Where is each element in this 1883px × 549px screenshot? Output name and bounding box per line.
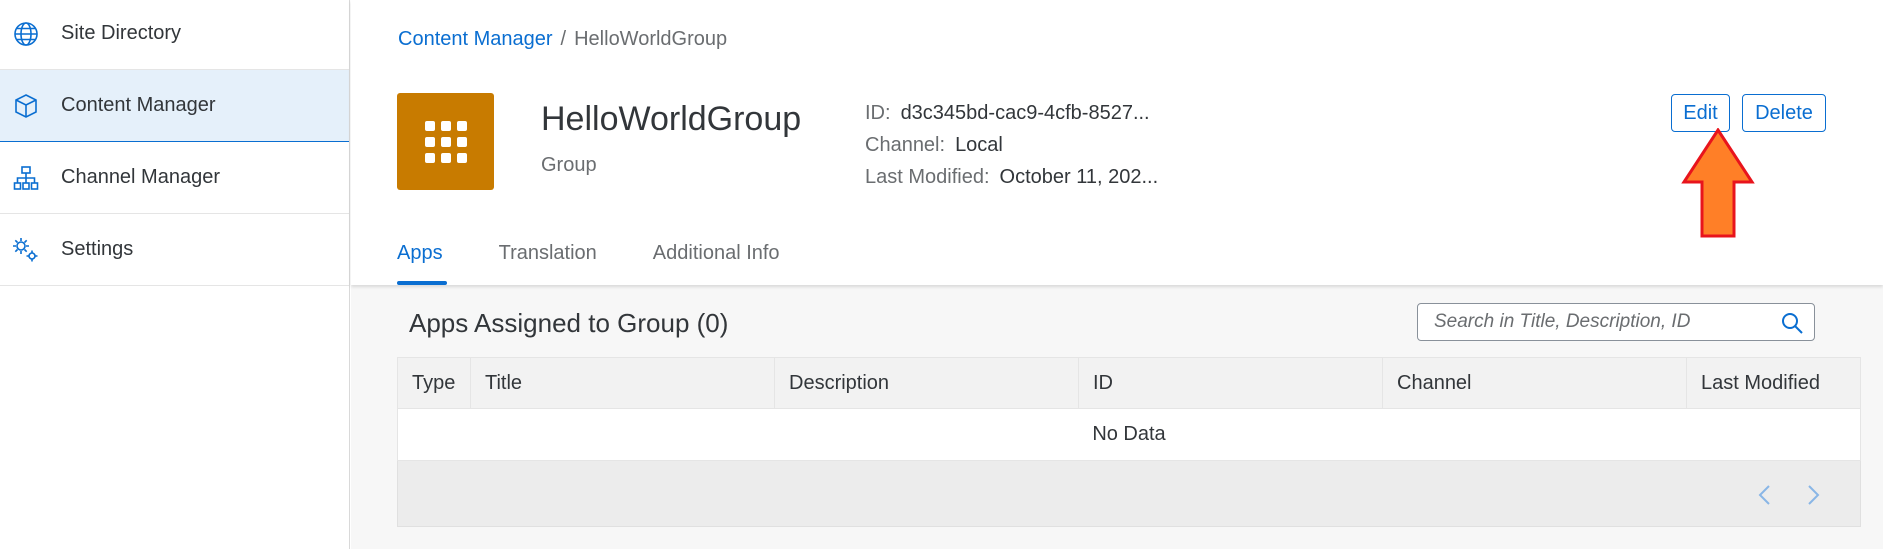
attribute-value: d3c345bd-cac9-4cfb-8527... — [900, 102, 1150, 124]
attribute-label: ID: — [865, 102, 891, 124]
nav-label: Content Manager — [61, 94, 216, 116]
side-navigation: Site Directory Content Manager Channel M… — [0, 0, 350, 549]
column-header-id[interactable]: ID — [1079, 358, 1383, 408]
nav-label: Channel Manager — [61, 166, 220, 188]
column-header-title[interactable]: Title — [471, 358, 775, 408]
apps-table: Type Title Description ID Channel Last M… — [397, 357, 1861, 527]
object-attributes: ID: d3c345bd-cac9-4cfb-8527... Channel: Lo… — [865, 97, 1158, 193]
column-header-type[interactable]: Type — [398, 358, 471, 408]
tab-bar: Apps Translation Additional Info — [397, 236, 780, 285]
column-header-channel[interactable]: Channel — [1383, 358, 1687, 408]
nav-item-site-directory[interactable]: Site Directory — [0, 0, 349, 70]
attribute-id: ID: d3c345bd-cac9-4cfb-8527... — [865, 97, 1158, 129]
gears-icon — [12, 236, 40, 264]
breadcrumb-current: HelloWorldGroup — [574, 28, 728, 50]
main-area: Content Manager / HelloWorldGroup HelloW… — [351, 0, 1883, 549]
page-title: HelloWorldGroup — [541, 100, 802, 138]
nav-label: Settings — [61, 238, 134, 260]
chevron-right-icon[interactable] — [1802, 483, 1824, 507]
nav-item-channel-manager[interactable]: Channel Manager — [0, 142, 349, 214]
search-icon[interactable] — [1780, 311, 1804, 335]
object-header: Content Manager / HelloWorldGroup HelloW… — [351, 0, 1883, 285]
tab-additional-info[interactable]: Additional Info — [653, 236, 780, 285]
attribute-value: October 11, 202... — [999, 166, 1159, 188]
page-subtitle: Group — [541, 154, 597, 176]
section-title: Apps Assigned to Group (0) — [409, 308, 729, 338]
attribute-value: Local — [955, 134, 1003, 156]
no-data-message: No Data — [397, 409, 1861, 461]
delete-button[interactable]: Delete — [1742, 94, 1826, 132]
table-header-row: Type Title Description ID Channel Last M… — [397, 357, 1861, 409]
breadcrumb-separator: / — [560, 28, 567, 50]
tab-translation[interactable]: Translation — [499, 236, 597, 285]
annotation-arrow-icon — [1681, 128, 1755, 238]
globe-icon — [12, 20, 40, 48]
cube-icon — [12, 92, 40, 120]
hierarchy-icon — [12, 164, 40, 192]
nav-item-content-manager[interactable]: Content Manager — [0, 70, 349, 142]
nav-label: Site Directory — [61, 22, 182, 44]
column-header-description[interactable]: Description — [775, 358, 1079, 408]
attribute-last-modified: Last Modified: October 11, 202... — [865, 161, 1158, 193]
chevron-left-icon[interactable] — [1754, 483, 1776, 507]
attribute-channel: Channel: Local — [865, 129, 1158, 161]
breadcrumb: Content Manager / HelloWorldGroup — [398, 28, 727, 51]
column-header-last-modified[interactable]: Last Modified — [1687, 358, 1860, 408]
tab-apps[interactable]: Apps — [397, 236, 447, 285]
edit-button[interactable]: Edit — [1671, 94, 1730, 132]
avatar — [397, 93, 494, 190]
breadcrumb-link-content-manager[interactable]: Content Manager — [398, 28, 553, 51]
table-footer — [397, 461, 1861, 527]
search-field — [1417, 303, 1815, 341]
attribute-label: Last Modified: — [865, 166, 990, 188]
attribute-label: Channel: — [865, 134, 946, 156]
nav-item-settings[interactable]: Settings — [0, 214, 349, 286]
search-input[interactable] — [1434, 311, 1774, 333]
app-grid-icon — [424, 120, 467, 163]
